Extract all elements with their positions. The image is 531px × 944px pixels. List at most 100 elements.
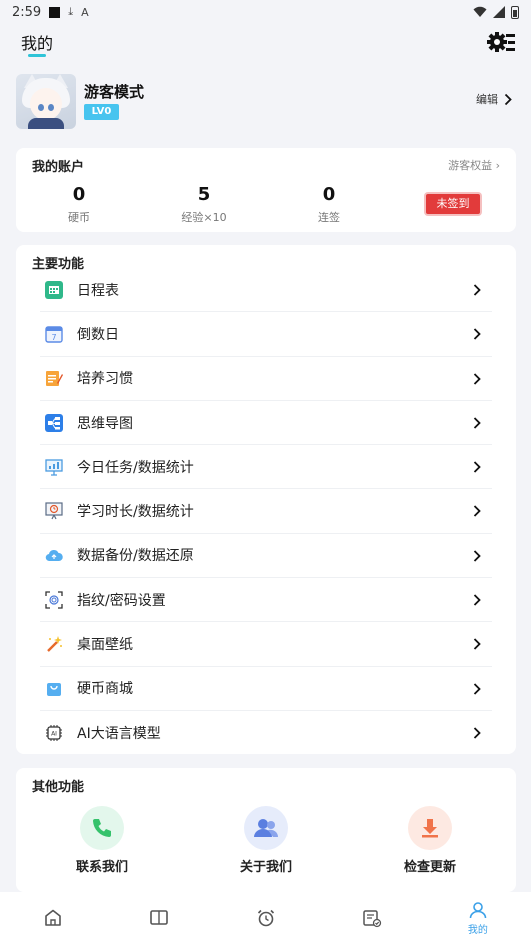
- stat-label: 硬币: [68, 211, 90, 224]
- status-time: 2:59: [12, 4, 42, 20]
- menu-item-study-time[interactable]: 学习时长/数据统计: [40, 489, 492, 534]
- main-functions-card: 主要功能 日程表 7 倒数日 培养习惯 思维导图 今日任务/数据统计 学习时长/…: [16, 245, 516, 754]
- mindmap-icon: [45, 413, 63, 432]
- stat-value: 0: [72, 184, 86, 205]
- menu-item-backup[interactable]: 数据备份/数据还原: [40, 534, 492, 579]
- chevron-right-icon: [473, 328, 481, 340]
- chevron-right-icon: [473, 638, 481, 651]
- settings-gear-icon[interactable]: [487, 30, 515, 56]
- tab-home[interactable]: [0, 892, 106, 944]
- chevron-right-icon: [473, 550, 481, 562]
- stat-label: 连签: [318, 211, 340, 224]
- menu-item-label: 数据备份/数据还原: [77, 548, 194, 565]
- battery-icon: [511, 5, 519, 19]
- tab-alarm[interactable]: [212, 892, 318, 944]
- about-us-button[interactable]: 关于我们: [226, 806, 306, 875]
- menu-item-ai-model[interactable]: AI AI大语言模型: [40, 711, 492, 755]
- cloud-icon: [45, 546, 63, 564]
- status-bar: 2:59 ⤓ A: [0, 0, 531, 24]
- svg-text:AI: AI: [51, 731, 57, 738]
- magic-wand-icon: [45, 635, 63, 653]
- download-status-icon: ⤓: [68, 5, 74, 18]
- chevron-right-icon: [473, 505, 481, 518]
- menu-item-countdown[interactable]: 7 倒数日: [40, 312, 492, 357]
- menu-item-label: 指纹/密码设置: [77, 592, 166, 609]
- guest-perks-link[interactable]: 游客权益 ›: [448, 157, 500, 173]
- contact-us-button[interactable]: 联系我们: [62, 806, 142, 875]
- menu-item-security[interactable]: 指纹/密码设置: [40, 578, 492, 623]
- perks-label: 游客权益: [448, 159, 493, 172]
- check-update-button[interactable]: 检查更新: [390, 806, 470, 875]
- checkin-button[interactable]: 未签到: [426, 194, 480, 214]
- quick-label: 关于我们: [239, 860, 292, 875]
- notification-square-icon: [49, 6, 61, 18]
- menu-item-habits[interactable]: 培养习惯: [40, 357, 492, 401]
- menu-item-label: 今日任务/数据统计: [77, 459, 194, 476]
- chevron-right-icon: [473, 372, 481, 385]
- quick-label: 检查更新: [403, 860, 456, 875]
- menu-item-label: 培养习惯: [77, 371, 133, 388]
- chevron-right-icon: [504, 93, 512, 105]
- account-card: 我的账户 游客权益 › 0 硬币 5 经验×10 0 连签 未签到: [16, 148, 516, 232]
- timer-board-icon: [45, 502, 63, 520]
- chevron-right-icon: [473, 727, 481, 739]
- avatar[interactable]: [16, 74, 76, 129]
- task-list-icon: [362, 910, 381, 928]
- profile-icon: [469, 902, 487, 919]
- tab-mine[interactable]: 我的: [425, 892, 531, 944]
- stat-exp: 5 经验×10: [164, 184, 244, 225]
- profile-section: 游客模式 LV0 编辑: [16, 74, 516, 130]
- stat-value: 0: [322, 184, 336, 205]
- account-title: 我的账户: [32, 160, 85, 175]
- stat-coins: 0 硬币: [39, 184, 119, 225]
- page-header: 我的: [0, 24, 531, 66]
- stat-value: 5: [197, 184, 211, 205]
- habit-pencil-icon: [45, 369, 63, 387]
- tab-book[interactable]: [106, 892, 212, 944]
- menu-item-label: 桌面壁纸: [77, 637, 133, 654]
- stat-streak: 0 连签: [289, 184, 369, 225]
- menu-item-label: 思维导图: [77, 415, 133, 432]
- signal-icon: [493, 6, 505, 18]
- other-functions-title: 其他功能: [32, 780, 85, 795]
- fingerprint-icon: [45, 591, 63, 609]
- tab-indicator: [28, 54, 46, 57]
- chevron-right-icon: [473, 683, 481, 695]
- menu-item-mindmap[interactable]: 思维导图: [40, 401, 492, 446]
- menu-item-label: 倒数日: [77, 326, 119, 343]
- profile-name: 游客模式: [84, 83, 145, 101]
- app-status-icon: A: [81, 5, 89, 19]
- main-functions-list: 日程表 7 倒数日 培养习惯 思维导图 今日任务/数据统计 学习时长/数据统计 …: [40, 268, 492, 755]
- other-functions-card: 其他功能 联系我们 关于我们 检查更新: [16, 768, 516, 892]
- calendar-7-icon: 7: [45, 325, 63, 343]
- tab-mine-title[interactable]: 我的: [21, 30, 53, 54]
- chevron-right-icon: [473, 417, 481, 429]
- quick-label: 联系我们: [75, 860, 128, 875]
- book-icon: [150, 910, 169, 925]
- chevron-right-icon: [473, 594, 481, 606]
- phone-icon: [80, 806, 124, 850]
- stat-label: 经验×10: [181, 211, 227, 224]
- edit-label: 编辑: [476, 93, 498, 106]
- chevron-right-icon: [473, 284, 481, 296]
- menu-item-label: AI大语言模型: [77, 726, 161, 743]
- shopping-bag-icon: [45, 679, 63, 697]
- alarm-clock-icon: [257, 909, 274, 927]
- ai-chip-icon: AI: [45, 724, 63, 742]
- tab-tasks[interactable]: [319, 892, 425, 944]
- menu-item-label: 学习时长/数据统计: [77, 504, 194, 521]
- tab-mine-label: 我的: [467, 925, 488, 936]
- users-icon: [244, 806, 288, 850]
- menu-item-wallpaper[interactable]: 桌面壁纸: [40, 622, 492, 667]
- download-icon: [408, 806, 452, 850]
- edit-profile-button[interactable]: 编辑: [476, 91, 512, 107]
- menu-item-schedule[interactable]: 日程表: [40, 268, 492, 313]
- level-badge: LV0: [84, 104, 119, 120]
- menu-item-daily-tasks[interactable]: 今日任务/数据统计: [40, 445, 492, 490]
- calendar-grid-icon: [45, 280, 63, 299]
- home-icon: [45, 909, 61, 926]
- svg-text:7: 7: [51, 333, 56, 342]
- menu-item-coin-store[interactable]: 硬币商城: [40, 667, 492, 711]
- menu-item-label: 日程表: [77, 282, 119, 299]
- wifi-icon: [473, 6, 487, 17]
